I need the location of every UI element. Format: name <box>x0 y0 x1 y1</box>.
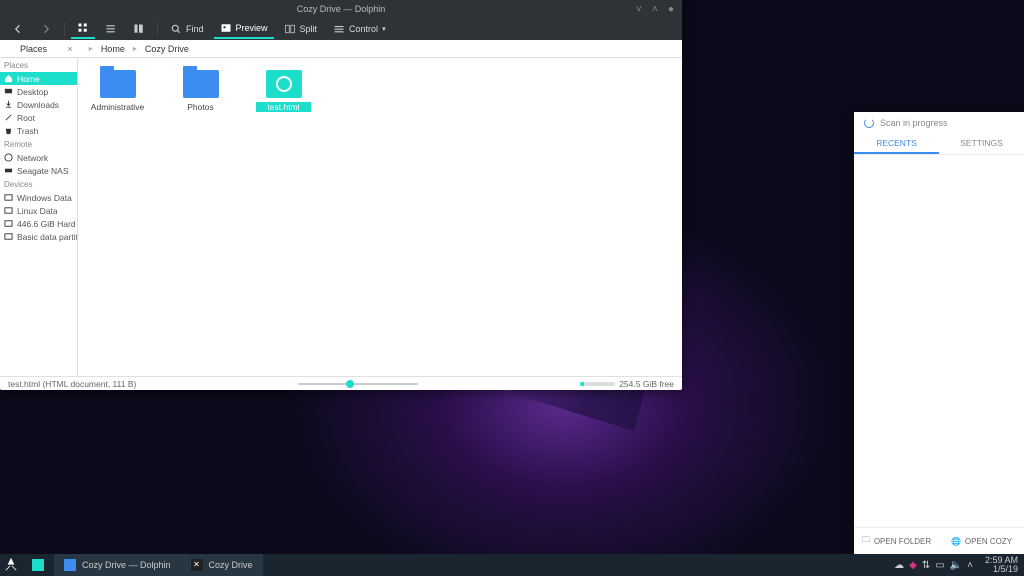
cloud-icon[interactable]: ☁ <box>894 560 904 571</box>
menu-icon <box>333 23 345 35</box>
grid-icon <box>77 22 89 34</box>
control-button[interactable]: Control ▾ <box>327 19 392 39</box>
folder-photos[interactable]: Photos <box>173 70 228 112</box>
open-cozy-button[interactable]: 🌐 OPEN COZY <box>939 528 1024 554</box>
minimize-icon[interactable]: ˅ <box>636 4 646 14</box>
titlebar[interactable]: Cozy Drive — Dolphin ˅ ˄ ● <box>0 0 682 18</box>
folder-icon: 🗀 <box>862 534 870 548</box>
back-button[interactable] <box>6 19 30 39</box>
cozy-tray-icon[interactable]: ◆ <box>909 560 917 571</box>
task-dolphin[interactable]: Cozy Drive — Dolphin <box>54 554 181 576</box>
section-remote: Remote <box>0 137 77 151</box>
section-places: Places <box>0 58 77 72</box>
file-view[interactable]: Administrative Photos test.html <box>78 58 682 376</box>
sidebar-item-home[interactable]: Home <box>0 72 77 85</box>
clock[interactable]: 2:59 AM 1/5/19 <box>979 556 1024 574</box>
sidebar-item-network[interactable]: Network <box>0 151 77 164</box>
status-info: test.html (HTML document, 111 B) <box>8 379 136 389</box>
close-icon[interactable]: ● <box>668 4 678 14</box>
maximize-icon[interactable]: ˄ <box>652 4 662 14</box>
html-file-icon <box>266 70 302 98</box>
taskbar: Cozy Drive — Dolphin ✕ Cozy Drive ☁ ◆ ⇅ … <box>0 554 1024 576</box>
chevron-up-icon[interactable]: ˄ <box>967 560 973 571</box>
details-icon <box>133 23 145 35</box>
icons-view-button[interactable] <box>71 19 95 39</box>
open-folder-button[interactable]: 🗀 OPEN FOLDER <box>854 528 939 554</box>
breadcrumb-home[interactable]: Home <box>97 42 129 56</box>
globe-icon: 🌐 <box>951 537 961 546</box>
dolphin-window: Cozy Drive — Dolphin ˅ ˄ ● Find <box>0 0 682 390</box>
breadcrumb: ▸ Home ▸ Cozy Drive <box>89 42 193 56</box>
window-title: Cozy Drive — Dolphin <box>297 4 386 14</box>
cozy-status: Scan in progress <box>854 112 1024 134</box>
chevron-right-icon: ▸ <box>89 44 93 53</box>
places-sidebar: Places Home Desktop Downloads Root Trash… <box>0 58 78 376</box>
preview-button[interactable]: Preview <box>214 19 274 39</box>
tab-row: Places × ▸ Home ▸ Cozy Drive <box>0 40 682 58</box>
find-button[interactable]: Find <box>164 19 210 39</box>
forward-button[interactable] <box>34 19 58 39</box>
section-devices: Devices <box>0 177 77 191</box>
app-launcher[interactable] <box>0 554 22 576</box>
sidebar-item-windows[interactable]: Windows Data <box>0 191 77 204</box>
tab-recents[interactable]: RECENTS <box>854 134 939 154</box>
sidebar-item-linux[interactable]: Linux Data <box>0 204 77 217</box>
disk-usage-bar <box>580 382 615 386</box>
sidebar-item-seagate[interactable]: Seagate NAS <box>0 164 77 177</box>
task-pinned[interactable] <box>22 554 54 576</box>
zoom-slider[interactable] <box>136 383 580 385</box>
sidebar-item-partition[interactable]: Basic data partition <box>0 230 77 243</box>
back-icon <box>12 23 24 35</box>
system-tray[interactable]: ☁ ◆ ⇅ ▭ 🔈 ˄ <box>894 560 979 571</box>
sidebar-item-hdd[interactable]: 446.6 GiB Hard Drive <box>0 217 77 230</box>
details-view-button[interactable] <box>127 19 151 39</box>
file-test-html[interactable]: test.html <box>256 70 311 112</box>
toolbar: Find Preview Split Control ▾ <box>0 18 682 40</box>
cozy-drive-panel: Scan in progress RECENTS SETTINGS 🗀 OPEN… <box>854 112 1024 554</box>
image-icon <box>220 22 232 34</box>
clipboard-icon[interactable]: ▭ <box>935 560 944 571</box>
folder-icon <box>100 70 136 98</box>
sidebar-item-trash[interactable]: Trash <box>0 124 77 137</box>
tab-settings[interactable]: SETTINGS <box>939 134 1024 154</box>
forward-icon <box>40 23 52 35</box>
search-icon <box>170 23 182 35</box>
folder-icon <box>183 70 219 98</box>
chevron-right-icon: ▸ <box>133 44 137 53</box>
sidebar-item-desktop[interactable]: Desktop <box>0 85 77 98</box>
app-icon <box>32 559 44 571</box>
split-button[interactable]: Split <box>278 19 324 39</box>
tab-close-icon[interactable]: × <box>68 44 73 54</box>
list-icon <box>105 23 117 35</box>
compact-view-button[interactable] <box>99 19 123 39</box>
status-bar: test.html (HTML document, 111 B) 254.5 G… <box>0 376 682 390</box>
network-icon[interactable]: ⇅ <box>922 560 930 571</box>
sidebar-item-downloads[interactable]: Downloads <box>0 98 77 111</box>
disk-free: 254.5 GiB free <box>580 379 674 389</box>
chevron-down-icon: ▾ <box>382 25 386 33</box>
tab-places[interactable]: Places × <box>10 42 83 56</box>
dolphin-icon <box>64 559 76 571</box>
spinner-icon <box>864 118 874 128</box>
cozy-content <box>854 155 1024 527</box>
breadcrumb-cozy[interactable]: Cozy Drive <box>141 42 193 56</box>
volume-icon[interactable]: 🔈 <box>950 560 962 571</box>
task-cozy[interactable]: ✕ Cozy Drive <box>181 554 263 576</box>
sidebar-item-root[interactable]: Root <box>0 111 77 124</box>
close-icon: ✕ <box>191 559 203 571</box>
split-icon <box>284 23 296 35</box>
folder-administrative[interactable]: Administrative <box>90 70 145 112</box>
kde-logo-icon <box>4 558 18 572</box>
